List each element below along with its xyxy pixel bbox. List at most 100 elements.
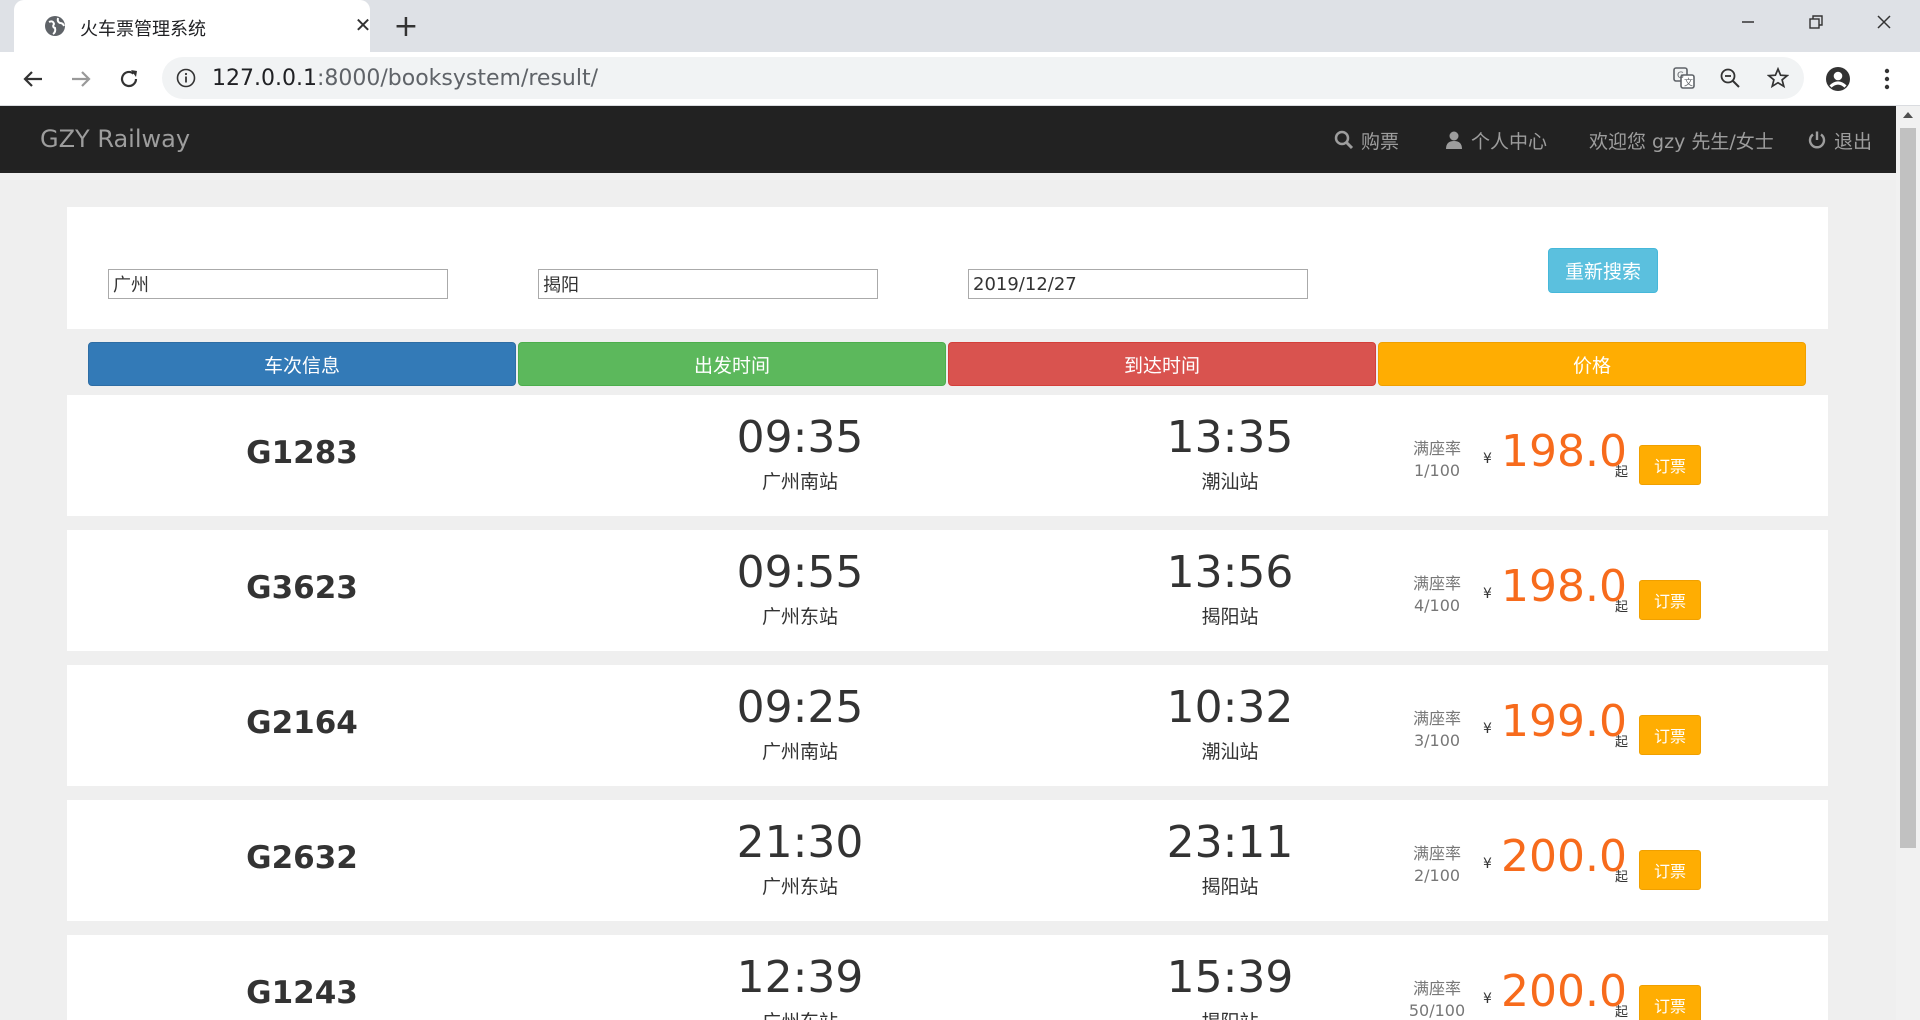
arrive-station: 揭阳站 (1015, 1007, 1445, 1020)
price-value: 199.0 (1501, 696, 1627, 747)
seat-rate: 满座率 3/100 (1402, 708, 1472, 752)
from-station-input[interactable] (108, 269, 448, 299)
search-icon (1334, 130, 1354, 150)
price-from-label: 起 (1615, 600, 1629, 615)
arrive-time: 15:39 (1166, 952, 1294, 1003)
reload-icon (120, 70, 138, 88)
url-path: :8000/booksystem/result/ (316, 66, 599, 91)
url-host: 127.0.0.1 (212, 66, 317, 91)
seat-rate-value: 3/100 (1413, 731, 1461, 750)
address-bar[interactable]: 127.0.0.1:8000/booksystem/result/ G文 (162, 57, 1804, 99)
depart-time: 09:25 (736, 682, 864, 733)
seat-rate-label: 满座率 (1412, 574, 1461, 593)
seat-rate-value: 1/100 (1413, 461, 1461, 480)
close-tab-icon[interactable]: ✕ (350, 12, 376, 38)
browser-tab[interactable]: 火车票管理系统 ✕ (14, 0, 371, 52)
seat-rate-value: 4/100 (1413, 596, 1461, 615)
minimize-button[interactable] (1712, 0, 1784, 44)
seat-rate: 满座率 4/100 (1402, 573, 1472, 617)
profile-button[interactable] (1821, 62, 1855, 96)
arrow-left-icon (23, 71, 42, 87)
nav-buy-tickets[interactable]: 购票 (1334, 126, 1399, 154)
arrive-time: 13:35 (1166, 412, 1294, 463)
price-value: 200.0 (1501, 966, 1627, 1017)
page-viewport: GZY Railway 购票 个人中心 欢迎您 gzy 先生/女士 退出 重新搜… (0, 106, 1896, 1020)
seat-rate: 满座率 2/100 (1402, 843, 1472, 887)
user-icon (1446, 131, 1462, 149)
url-text[interactable]: 127.0.0.1:8000/booksystem/result/ (212, 66, 598, 91)
search-panel: 重新搜索 (67, 207, 1828, 329)
power-icon (1808, 131, 1826, 149)
arrive-cell: 10:32 潮汕站 (1015, 683, 1445, 764)
nav-welcome[interactable]: 欢迎您 gzy 先生/女士 (1589, 126, 1774, 154)
browser-tabstrip: 火车票管理系统 ✕ + (0, 0, 1920, 52)
header-train-info: 车次信息 (88, 342, 516, 386)
depart-time: 21:30 (736, 817, 864, 868)
price-from-label: 起 (1615, 465, 1629, 480)
seat-rate-label: 满座率 (1412, 844, 1461, 863)
account-icon (1826, 67, 1850, 91)
zoom-out-icon[interactable] (1718, 66, 1742, 90)
date-input[interactable] (968, 269, 1308, 299)
scroll-thumb[interactable] (1900, 128, 1916, 848)
to-station-input[interactable] (538, 269, 878, 299)
new-tab-button[interactable]: + (390, 9, 422, 44)
menu-button[interactable] (1870, 62, 1904, 96)
depart-station: 广州南站 (761, 741, 838, 763)
seat-rate: 满座率 50/100 (1402, 978, 1472, 1020)
depart-cell: 21:30 广州东站 (585, 818, 1015, 899)
book-button[interactable]: 订票 (1639, 445, 1701, 485)
close-window-button[interactable] (1848, 0, 1920, 44)
translate-icon[interactable]: G文 (1672, 66, 1696, 90)
price-value: 198.0 (1501, 561, 1627, 612)
info-icon[interactable] (176, 68, 196, 88)
depart-cell: 09:35 广州南站 (585, 413, 1015, 494)
train-row: G3623 09:55 广州东站 13:56 揭阳站 满座率 4/100 ¥ 1… (67, 530, 1828, 651)
book-button[interactable]: 订票 (1639, 715, 1701, 755)
close-icon (1877, 15, 1891, 29)
price-from-label: 起 (1615, 870, 1629, 885)
star-icon[interactable] (1766, 66, 1790, 90)
research-button[interactable]: 重新搜索 (1548, 248, 1658, 293)
depart-cell: 09:55 广州东站 (585, 548, 1015, 629)
book-button[interactable]: 订票 (1639, 580, 1701, 620)
arrive-cell: 23:11 揭阳站 (1015, 818, 1445, 899)
train-row: G1283 09:35 广州南站 13:35 潮汕站 满座率 1/100 ¥ 1… (67, 395, 1828, 516)
arrive-station: 潮汕站 (1201, 741, 1259, 763)
depart-station: 广州东站 (761, 876, 838, 898)
price-from-label: 起 (1615, 1005, 1629, 1020)
book-button[interactable]: 订票 (1639, 985, 1701, 1020)
arrive-cell: 13:56 揭阳站 (1015, 548, 1445, 629)
train-row: G2632 21:30 广州东站 23:11 揭阳站 满座率 2/100 ¥ 2… (67, 800, 1828, 921)
nav-profile[interactable]: 个人中心 (1444, 126, 1547, 154)
arrive-cell: 13:35 潮汕站 (1015, 413, 1445, 494)
forward-button[interactable] (64, 62, 98, 96)
train-number: G3623 (246, 570, 358, 606)
train-number: G2164 (246, 705, 358, 741)
book-button[interactable]: 订票 (1639, 850, 1701, 890)
arrive-time: 10:32 (1166, 682, 1294, 733)
arrive-time: 13:56 (1166, 547, 1294, 598)
header-depart-time: 出发时间 (518, 342, 946, 386)
train-number: G1243 (246, 975, 358, 1011)
train-number: G1283 (246, 435, 358, 471)
site-navbar: GZY Railway 购票 个人中心 欢迎您 gzy 先生/女士 退出 (0, 106, 1896, 173)
column-headers: 车次信息 出发时间 到达时间 价格 (88, 342, 1808, 386)
page-scrollbar[interactable] (1896, 106, 1920, 1020)
globe-icon (44, 15, 66, 37)
browser-toolbar: 127.0.0.1:8000/booksystem/result/ G文 (0, 52, 1920, 106)
price-value: 200.0 (1501, 831, 1627, 882)
seat-rate-label: 满座率 (1412, 979, 1461, 998)
price-value: 198.0 (1501, 426, 1627, 477)
nav-logout[interactable]: 退出 (1807, 126, 1872, 154)
restore-button[interactable] (1780, 0, 1852, 44)
reload-button[interactable] (112, 62, 146, 96)
back-button[interactable] (16, 62, 50, 96)
svg-text:G: G (1677, 71, 1684, 81)
scroll-up-arrow-icon[interactable] (1903, 112, 1913, 118)
price-from-label: 起 (1615, 735, 1629, 750)
restore-icon (1809, 15, 1823, 29)
seat-rate-value: 2/100 (1413, 866, 1461, 885)
brand-logo[interactable]: GZY Railway (40, 125, 190, 153)
arrive-station: 揭阳站 (1201, 606, 1259, 628)
